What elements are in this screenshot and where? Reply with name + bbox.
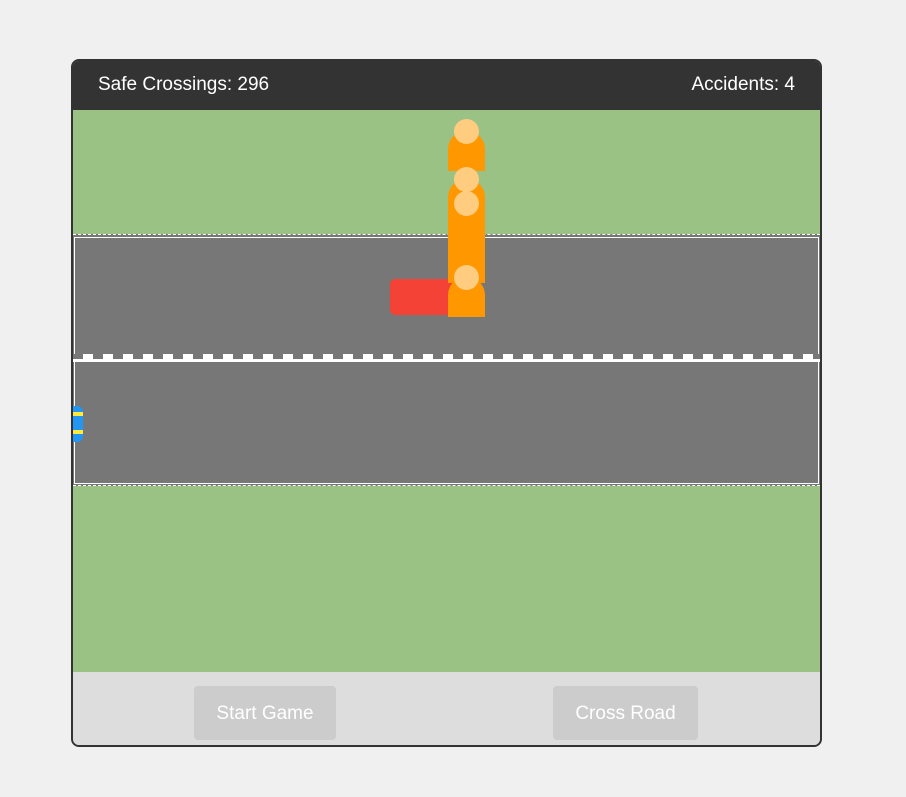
pedestrian-head bbox=[454, 119, 479, 144]
pedestrian-head bbox=[454, 265, 479, 290]
pedestrian-head bbox=[454, 191, 479, 216]
grass-bottom bbox=[73, 486, 820, 672]
game-frame: Safe Crossings: 296 Accidents: 4 Start G… bbox=[71, 59, 822, 747]
car-headlight bbox=[73, 412, 83, 416]
car-blue bbox=[73, 406, 83, 442]
grass-top bbox=[73, 110, 820, 234]
controls-bar: Start Game Cross Road bbox=[73, 672, 820, 745]
lane-divider-dashes bbox=[73, 354, 820, 359]
pedestrian-head bbox=[454, 167, 479, 192]
score-bar: Safe Crossings: 296 Accidents: 4 bbox=[73, 61, 820, 110]
car-headlight bbox=[73, 430, 83, 434]
cross-road-button[interactable]: Cross Road bbox=[553, 686, 698, 740]
accidents-counter: Accidents: 4 bbox=[691, 74, 796, 95]
lane-bottom bbox=[74, 361, 819, 484]
safe-crossings-counter: Safe Crossings: 296 bbox=[98, 74, 270, 95]
start-game-button[interactable]: Start Game bbox=[194, 686, 336, 740]
road bbox=[73, 234, 820, 486]
